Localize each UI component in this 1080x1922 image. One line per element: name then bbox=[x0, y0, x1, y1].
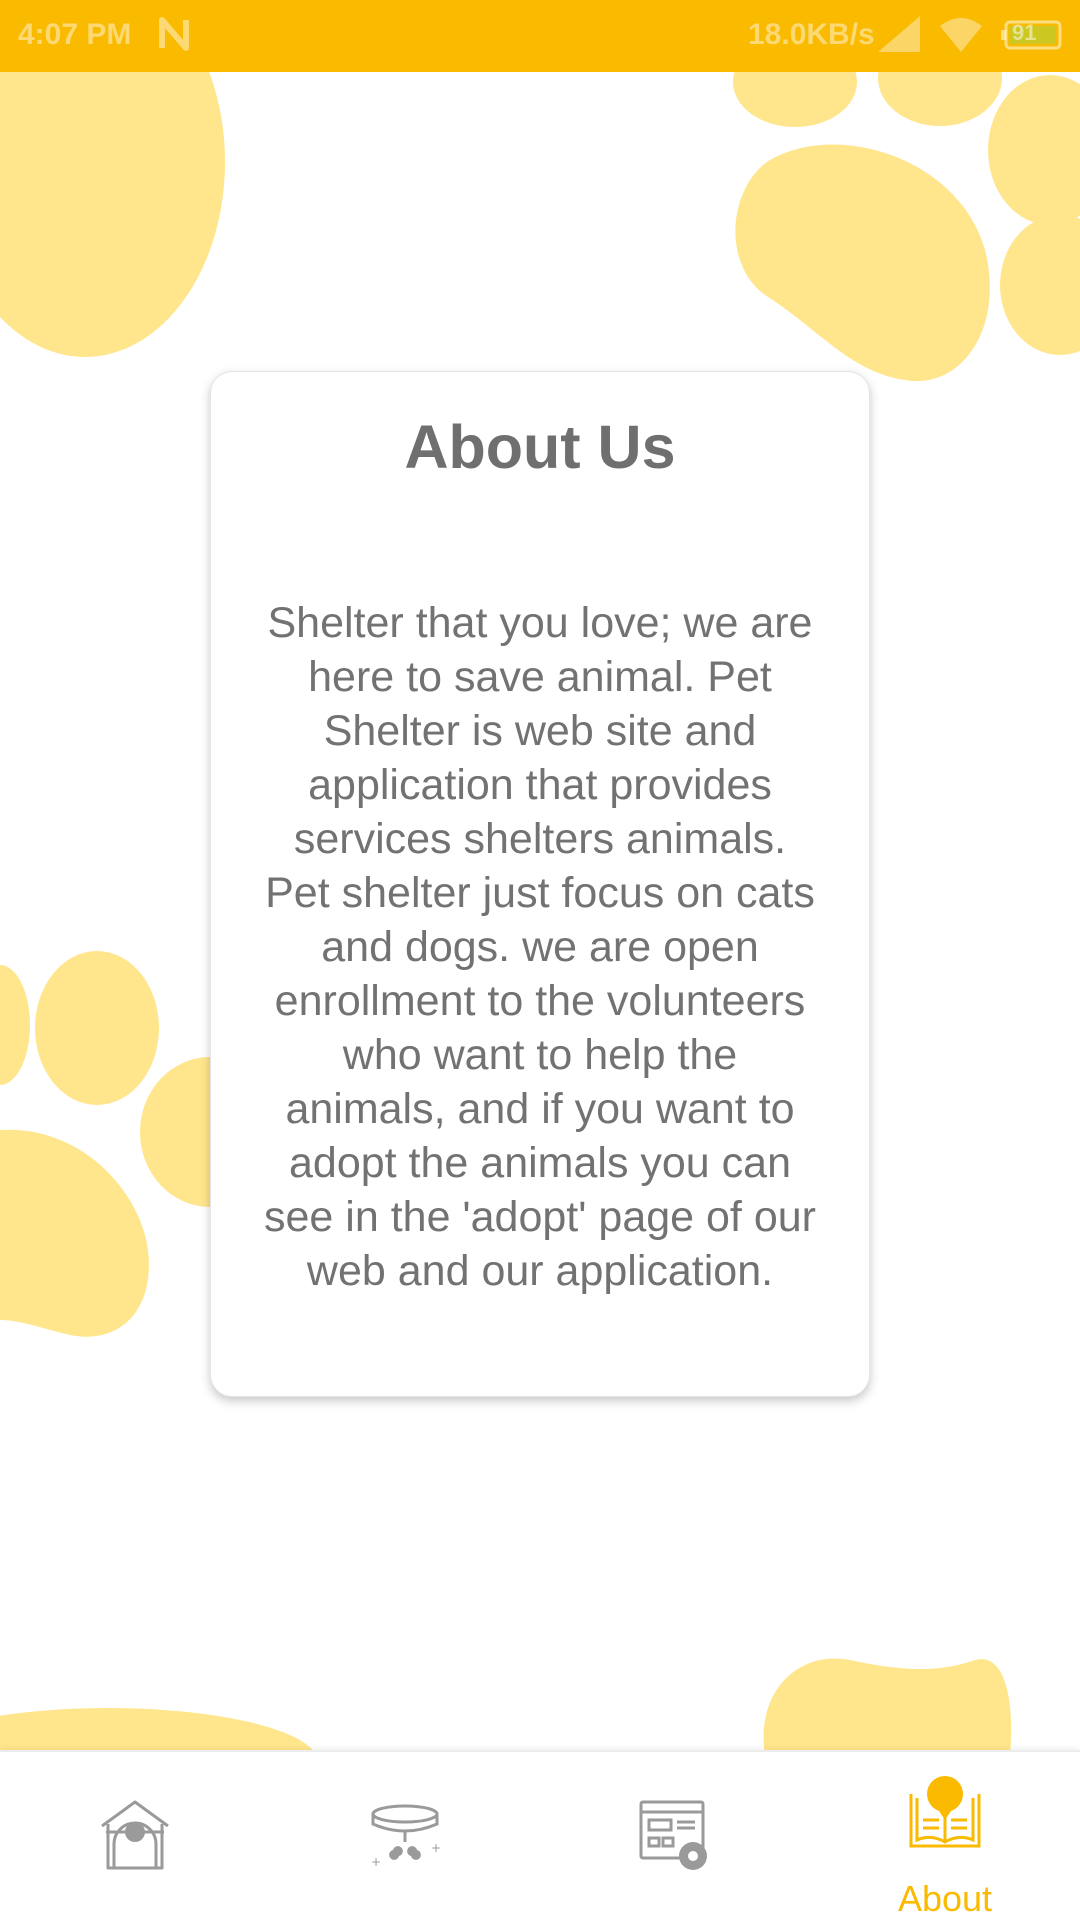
book-info-icon bbox=[909, 1776, 981, 1848]
svg-text:+: + bbox=[371, 1855, 381, 1869]
bottom-navigation: + + About bbox=[0, 1750, 1080, 1922]
dog-house-icon bbox=[101, 1800, 169, 1870]
paw-pad bbox=[735, 144, 990, 382]
paw-toe bbox=[1000, 215, 1080, 355]
pet-collar-icon: + + bbox=[371, 1804, 441, 1869]
paw-pad bbox=[0, 1129, 149, 1337]
wifi-icon bbox=[940, 18, 982, 52]
nav-web-tab[interactable] bbox=[540, 1752, 810, 1922]
svg-text:+: + bbox=[431, 1841, 441, 1855]
paw-toe bbox=[0, 965, 30, 1085]
notification-n-icon bbox=[159, 17, 189, 51]
status-time: 4:07 PM bbox=[18, 18, 132, 51]
about-description: Shelter that you love; we are here to sa… bbox=[264, 599, 816, 1295]
nav-adopt-tab[interactable]: + + bbox=[270, 1752, 540, 1922]
paw-toe bbox=[35, 951, 159, 1105]
cell-signal-icon bbox=[878, 16, 920, 52]
nav-about-label: About bbox=[897, 1878, 993, 1919]
page-title: About Us bbox=[404, 413, 676, 481]
about-card: About Us Shelter that you love; we are h… bbox=[210, 371, 870, 1397]
nav-home-tab[interactable] bbox=[0, 1752, 270, 1922]
paw-pad bbox=[763, 1658, 1012, 1755]
nav-about-tab[interactable]: About bbox=[810, 1752, 1080, 1922]
paw-toe bbox=[988, 75, 1080, 225]
network-speed: 18.0KB/s bbox=[748, 18, 875, 51]
web-settings-icon bbox=[639, 1800, 707, 1870]
status-bar: 4:07 PM 18.0KB/s 91 bbox=[0, 0, 1080, 72]
battery-level: 91 bbox=[1012, 20, 1037, 45]
